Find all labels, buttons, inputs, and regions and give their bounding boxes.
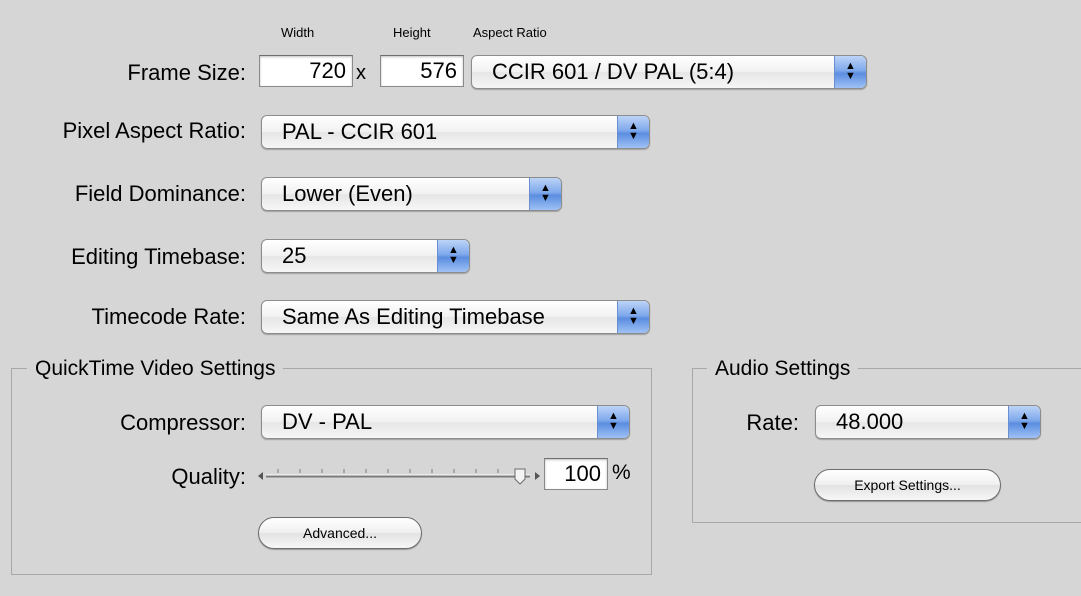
up-down-arrows-icon: ▲ ▼ [834, 56, 866, 88]
slider-right-arrow-icon [535, 472, 540, 480]
compressor-value: DV - PAL [282, 409, 373, 434]
pixel-aspect-ratio-label: Pixel Aspect Ratio: [62, 118, 246, 143]
pixel-aspect-ratio-value: PAL - CCIR 601 [282, 119, 438, 144]
advanced-button[interactable]: Advanced... [258, 517, 422, 549]
up-down-arrows-icon: ▲ ▼ [1008, 406, 1040, 438]
timecode-rate-label: Timecode Rate: [91, 304, 246, 329]
frame-height-field[interactable]: 576 [380, 55, 464, 87]
up-down-arrows-icon: ▲ ▼ [597, 406, 629, 438]
frame-size-separator: x [356, 62, 366, 84]
quality-value-field[interactable]: 100 [544, 458, 608, 490]
slider-ticks [277, 469, 499, 473]
compressor-popup[interactable]: DV - PAL ▲ ▼ [261, 405, 630, 439]
quality-slider[interactable] [258, 466, 540, 486]
field-dominance-label: Field Dominance: [74, 181, 246, 206]
audio-settings-title: Audio Settings [707, 356, 859, 382]
audio-rate-value: 48.000 [836, 409, 904, 434]
field-dominance-popup[interactable]: Lower (Even) ▲ ▼ [261, 177, 562, 211]
audio-rate-popup[interactable]: 48.000 ▲ ▼ [815, 405, 1041, 439]
aspect-ratio-header: Aspect Ratio [473, 25, 547, 40]
compressor-label: Compressor: [120, 410, 246, 435]
frame-size-label: Frame Size: [127, 60, 246, 85]
up-down-arrows-icon: ▲ ▼ [437, 240, 469, 272]
slider-left-arrow-icon [258, 472, 263, 480]
aspect-ratio-value: CCIR 601 / DV PAL (5:4) [492, 59, 735, 84]
pixel-aspect-ratio-popup[interactable]: PAL - CCIR 601 ▲ ▼ [261, 115, 650, 149]
video-settings-title: QuickTime Video Settings [27, 356, 284, 382]
field-dominance-value: Lower (Even) [282, 181, 413, 206]
export-settings-button[interactable]: Export Settings... [814, 469, 1001, 501]
up-down-arrows-icon: ▲ ▼ [617, 116, 649, 148]
timecode-rate-value: Same As Editing Timebase [282, 304, 545, 329]
up-down-arrows-icon: ▲ ▼ [529, 178, 561, 210]
aspect-ratio-popup[interactable]: CCIR 601 / DV PAL (5:4) ▲ ▼ [471, 55, 867, 89]
quality-label: Quality: [171, 464, 246, 489]
up-down-arrows-icon: ▲ ▼ [617, 301, 649, 333]
height-header: Height [393, 25, 431, 40]
editing-timebase-popup[interactable]: 25 ▲ ▼ [261, 239, 470, 273]
quality-slider-graphic [258, 468, 540, 485]
quality-unit: % [612, 461, 631, 484]
frame-width-field[interactable]: 720 [259, 55, 353, 87]
audio-rate-label: Rate: [746, 410, 799, 435]
editing-timebase-value: 25 [282, 243, 307, 268]
editing-timebase-label: Editing Timebase: [71, 244, 246, 269]
width-header: Width [281, 25, 315, 40]
slider-thumb-icon [514, 468, 526, 485]
timecode-rate-popup[interactable]: Same As Editing Timebase ▲ ▼ [261, 300, 650, 334]
